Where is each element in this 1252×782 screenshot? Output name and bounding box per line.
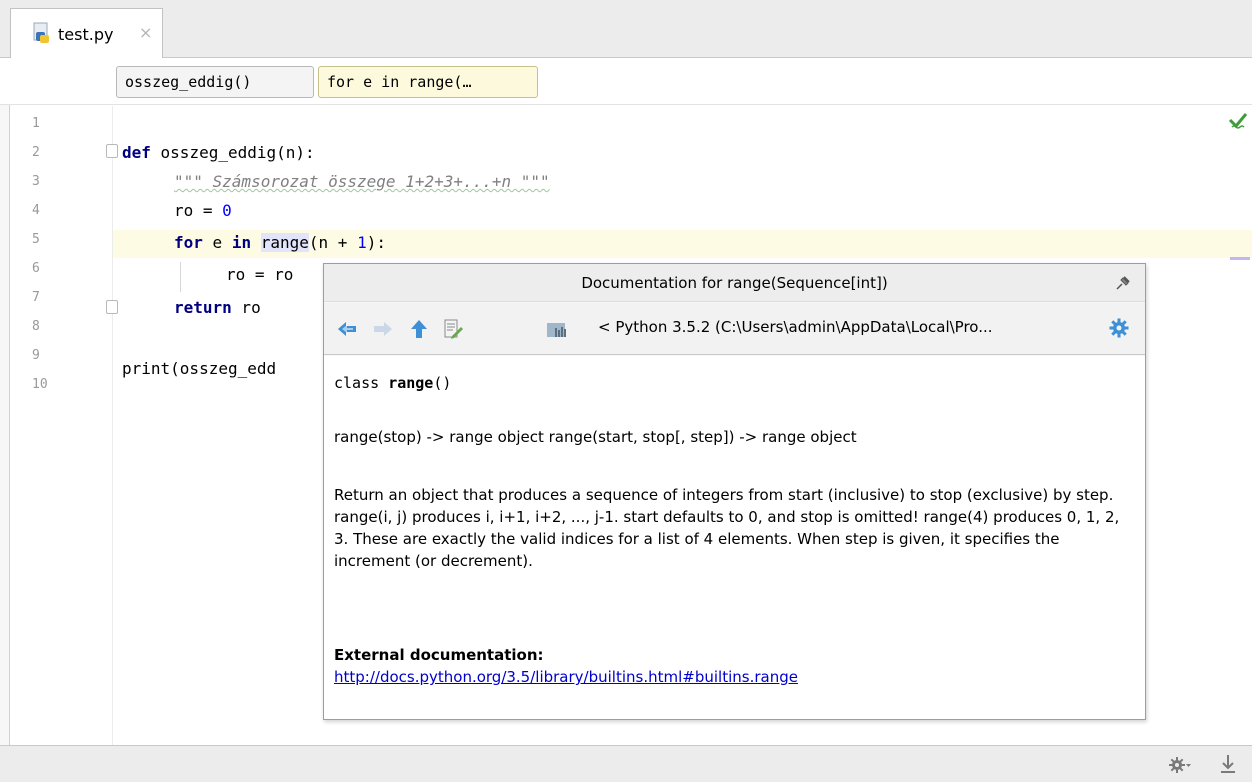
- code-text: osszeg_eddig(n):: [150, 143, 315, 162]
- sdk-path: < Python 3.5.2 (C:\Users\admin\AppData\L…: [598, 318, 993, 336]
- keyword: for: [174, 233, 203, 252]
- code-text: e: [202, 233, 232, 252]
- code-line-7: return ro: [174, 295, 261, 321]
- breadcrumb-function[interactable]: osszeg_eddig(): [116, 66, 314, 98]
- checkmark-icon: [1228, 113, 1248, 129]
- scroll-marker[interactable]: [1230, 257, 1250, 260]
- status-gear-icon[interactable]: [1168, 755, 1192, 775]
- code-text: ro =: [174, 201, 223, 220]
- keyword: return: [174, 298, 232, 317]
- tab-label: test.py: [58, 25, 114, 44]
- editor-tab-bar: test.py ×: [0, 0, 1252, 58]
- line-number-gutter: 1 2 3 4 5 6 7 8 9 10: [10, 106, 113, 745]
- fold-marker[interactable]: [106, 300, 118, 314]
- docstring: """ Számsorozat összege 1+2+3+...+n """: [174, 172, 550, 191]
- code-line-6: ro = ro: [226, 262, 293, 288]
- code-text: ):: [366, 233, 386, 252]
- line-number: 8: [32, 319, 40, 334]
- line-number: 6: [32, 261, 40, 276]
- pin-icon[interactable]: [1114, 274, 1132, 292]
- python-file-icon: [33, 22, 49, 43]
- number: 0: [222, 201, 232, 220]
- line-number: 3: [32, 174, 40, 189]
- line-number: 5: [32, 232, 40, 247]
- line-number: 4: [32, 203, 40, 218]
- line-number: 10: [32, 377, 48, 392]
- code-line-2: def osszeg_eddig(n):: [122, 140, 315, 166]
- keyword: def: [122, 143, 151, 162]
- back-arrow-icon[interactable]: [336, 318, 358, 340]
- tab-test-py[interactable]: test.py ×: [10, 8, 163, 58]
- signature-keyword: class: [334, 374, 380, 392]
- class-signature: class range(): [334, 374, 451, 392]
- breadcrumb-for-loop[interactable]: for e in range(…: [318, 66, 538, 98]
- description-paragraph: Return an object that produces a sequenc…: [334, 486, 1120, 570]
- indent-guide: [180, 262, 181, 292]
- range-identifier: range: [260, 233, 309, 252]
- code-line-3: """ Számsorozat összege 1+2+3+...+n """: [174, 169, 550, 195]
- code-line-5: for e in range(n + 1):: [174, 230, 386, 256]
- code-text: ro = ro: [226, 265, 294, 284]
- code-line-4: ro = 0: [174, 198, 232, 224]
- edit-source-icon[interactable]: [442, 318, 464, 340]
- settings-gear-icon[interactable]: [1108, 317, 1130, 339]
- documentation-popup: Documentation for range(Sequence[int]) <…: [323, 263, 1146, 720]
- signature-paren: (): [433, 374, 452, 392]
- line-number: 9: [32, 348, 40, 363]
- popup-toolbar: < Python 3.5.2 (C:\Users\admin\AppData\L…: [324, 303, 1145, 355]
- code-line-9: print(osszeg_edd: [122, 356, 276, 382]
- status-pin-icon[interactable]: [1218, 754, 1238, 776]
- external-doc-link[interactable]: http://docs.python.org/3.5/library/built…: [334, 668, 798, 686]
- signature-name: range: [388, 374, 434, 392]
- breadcrumb: osszeg_eddig() for e in range(…: [0, 58, 1252, 105]
- keyword: in: [231, 233, 252, 252]
- code-text: print(osszeg_edd: [122, 359, 277, 378]
- popup-title: Documentation for range(Sequence[int]): [324, 264, 1145, 302]
- line-number: 2: [32, 145, 40, 160]
- code-text: ro: [231, 298, 261, 317]
- external-doc-heading: External documentation:: [334, 646, 544, 664]
- code-text: (n +: [308, 233, 358, 252]
- documentation-body: class range() range(stop) -> range objec…: [324, 356, 1145, 719]
- number: 1: [357, 233, 367, 252]
- left-tool-strip: [0, 58, 10, 746]
- library-icon: [547, 323, 566, 337]
- line-number: 1: [32, 116, 40, 131]
- fold-marker[interactable]: [106, 144, 118, 158]
- forward-arrow-icon[interactable]: [372, 318, 394, 340]
- signature-description: range(stop) -> range object range(start,…: [334, 428, 857, 446]
- close-icon[interactable]: ×: [139, 23, 152, 42]
- status-bar: [0, 745, 1252, 782]
- line-number: 7: [32, 290, 40, 305]
- up-arrow-icon[interactable]: [408, 318, 430, 340]
